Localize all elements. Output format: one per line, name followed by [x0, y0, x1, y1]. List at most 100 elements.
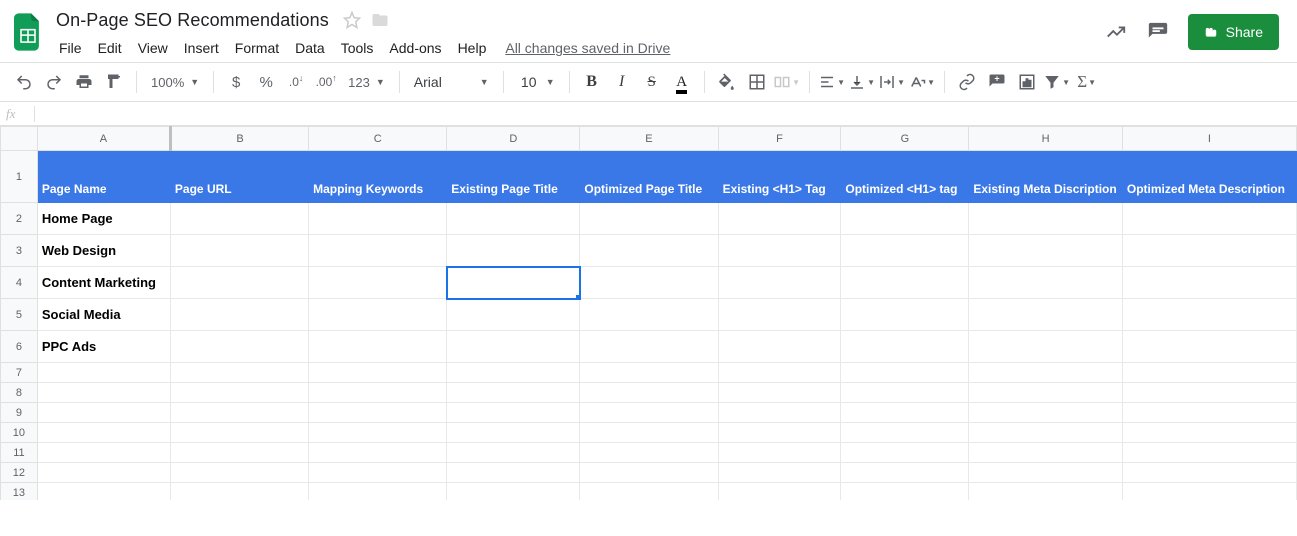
cell-F5[interactable]: [718, 299, 841, 331]
cell-G10[interactable]: [841, 423, 969, 443]
row-header-9[interactable]: 9: [1, 403, 38, 423]
cell-H4[interactable]: [969, 267, 1123, 299]
filter-button[interactable]: ▼: [1043, 68, 1071, 96]
star-icon[interactable]: [343, 11, 361, 29]
menu-format[interactable]: Format: [228, 36, 286, 60]
menu-help[interactable]: Help: [451, 36, 494, 60]
borders-button[interactable]: [743, 68, 771, 96]
row-header-8[interactable]: 8: [1, 383, 38, 403]
cell-C11[interactable]: [309, 443, 447, 463]
formula-input[interactable]: [39, 104, 1291, 124]
format-percent-button[interactable]: %: [252, 68, 280, 96]
cell-E2[interactable]: [580, 203, 718, 235]
cell-F12[interactable]: [718, 463, 841, 483]
cell-G7[interactable]: [841, 363, 969, 383]
share-button[interactable]: Share: [1188, 14, 1279, 50]
comments-icon[interactable]: [1146, 20, 1170, 44]
cell-E12[interactable]: [580, 463, 718, 483]
cell-H10[interactable]: [969, 423, 1123, 443]
cell-I9[interactable]: [1122, 403, 1296, 423]
cell-E6[interactable]: [580, 331, 718, 363]
cell-F6[interactable]: [718, 331, 841, 363]
strikethrough-button[interactable]: S: [638, 68, 666, 96]
cell-I12[interactable]: [1122, 463, 1296, 483]
col-header-E[interactable]: E: [580, 127, 718, 151]
row-header-10[interactable]: 10: [1, 423, 38, 443]
increase-decimal-button[interactable]: .00↑: [312, 68, 340, 96]
cell-C1[interactable]: Mapping Keywords: [309, 151, 447, 203]
cell-G4[interactable]: [841, 267, 969, 299]
cell-D12[interactable]: [447, 463, 580, 483]
spreadsheet-grid[interactable]: ABCDEFGHI1Page NamePage URLMapping Keywo…: [0, 126, 1297, 500]
cell-H13[interactable]: [969, 483, 1123, 501]
document-title[interactable]: On-Page SEO Recommendations: [52, 8, 333, 33]
row-header-5[interactable]: 5: [1, 299, 38, 331]
cell-I11[interactable]: [1122, 443, 1296, 463]
cell-D7[interactable]: [447, 363, 580, 383]
cell-A11[interactable]: [37, 443, 170, 463]
row-header-12[interactable]: 12: [1, 463, 38, 483]
cell-H8[interactable]: [969, 383, 1123, 403]
cell-C4[interactable]: [309, 267, 447, 299]
insert-link-button[interactable]: [953, 68, 981, 96]
row-header-2[interactable]: 2: [1, 203, 38, 235]
cell-G5[interactable]: [841, 299, 969, 331]
cell-A4[interactable]: Content Marketing: [37, 267, 170, 299]
cell-F11[interactable]: [718, 443, 841, 463]
cell-F13[interactable]: [718, 483, 841, 501]
cell-G13[interactable]: [841, 483, 969, 501]
cell-B4[interactable]: [170, 267, 308, 299]
cell-A5[interactable]: Social Media: [37, 299, 170, 331]
cell-A3[interactable]: Web Design: [37, 235, 170, 267]
cell-E13[interactable]: [580, 483, 718, 501]
col-header-D[interactable]: D: [447, 127, 580, 151]
cell-B12[interactable]: [170, 463, 308, 483]
bold-button[interactable]: B: [578, 68, 606, 96]
col-header-C[interactable]: C: [309, 127, 447, 151]
print-button[interactable]: [70, 68, 98, 96]
cell-H12[interactable]: [969, 463, 1123, 483]
cell-C10[interactable]: [309, 423, 447, 443]
menu-view[interactable]: View: [131, 36, 175, 60]
cell-H5[interactable]: [969, 299, 1123, 331]
cell-F3[interactable]: [718, 235, 841, 267]
cell-E11[interactable]: [580, 443, 718, 463]
cell-D11[interactable]: [447, 443, 580, 463]
cell-D13[interactable]: [447, 483, 580, 501]
paint-format-button[interactable]: [100, 68, 128, 96]
cell-H2[interactable]: [969, 203, 1123, 235]
functions-button[interactable]: Σ▼: [1073, 68, 1101, 96]
zoom-dropdown[interactable]: 100%▼: [145, 68, 205, 96]
row-header-6[interactable]: 6: [1, 331, 38, 363]
cell-H6[interactable]: [969, 331, 1123, 363]
col-header-H[interactable]: H: [969, 127, 1123, 151]
cell-A10[interactable]: [37, 423, 170, 443]
cell-G11[interactable]: [841, 443, 969, 463]
cell-D9[interactable]: [447, 403, 580, 423]
col-header-A[interactable]: A: [37, 127, 170, 151]
menu-tools[interactable]: Tools: [334, 36, 381, 60]
cell-D8[interactable]: [447, 383, 580, 403]
row-header-3[interactable]: 3: [1, 235, 38, 267]
col-header-G[interactable]: G: [841, 127, 969, 151]
cell-C6[interactable]: [309, 331, 447, 363]
cell-A9[interactable]: [37, 403, 170, 423]
undo-button[interactable]: [10, 68, 38, 96]
text-wrap-button[interactable]: ▼: [878, 68, 906, 96]
cell-B9[interactable]: [170, 403, 308, 423]
row-header-1[interactable]: 1: [1, 151, 38, 203]
cell-E10[interactable]: [580, 423, 718, 443]
cell-B7[interactable]: [170, 363, 308, 383]
cell-C9[interactable]: [309, 403, 447, 423]
cell-D5[interactable]: [447, 299, 580, 331]
cell-E4[interactable]: [580, 267, 718, 299]
fill-color-button[interactable]: [713, 68, 741, 96]
redo-button[interactable]: [40, 68, 68, 96]
cell-G2[interactable]: [841, 203, 969, 235]
cell-E7[interactable]: [580, 363, 718, 383]
cell-I8[interactable]: [1122, 383, 1296, 403]
cell-F9[interactable]: [718, 403, 841, 423]
cell-I10[interactable]: [1122, 423, 1296, 443]
cell-B11[interactable]: [170, 443, 308, 463]
cell-B8[interactable]: [170, 383, 308, 403]
